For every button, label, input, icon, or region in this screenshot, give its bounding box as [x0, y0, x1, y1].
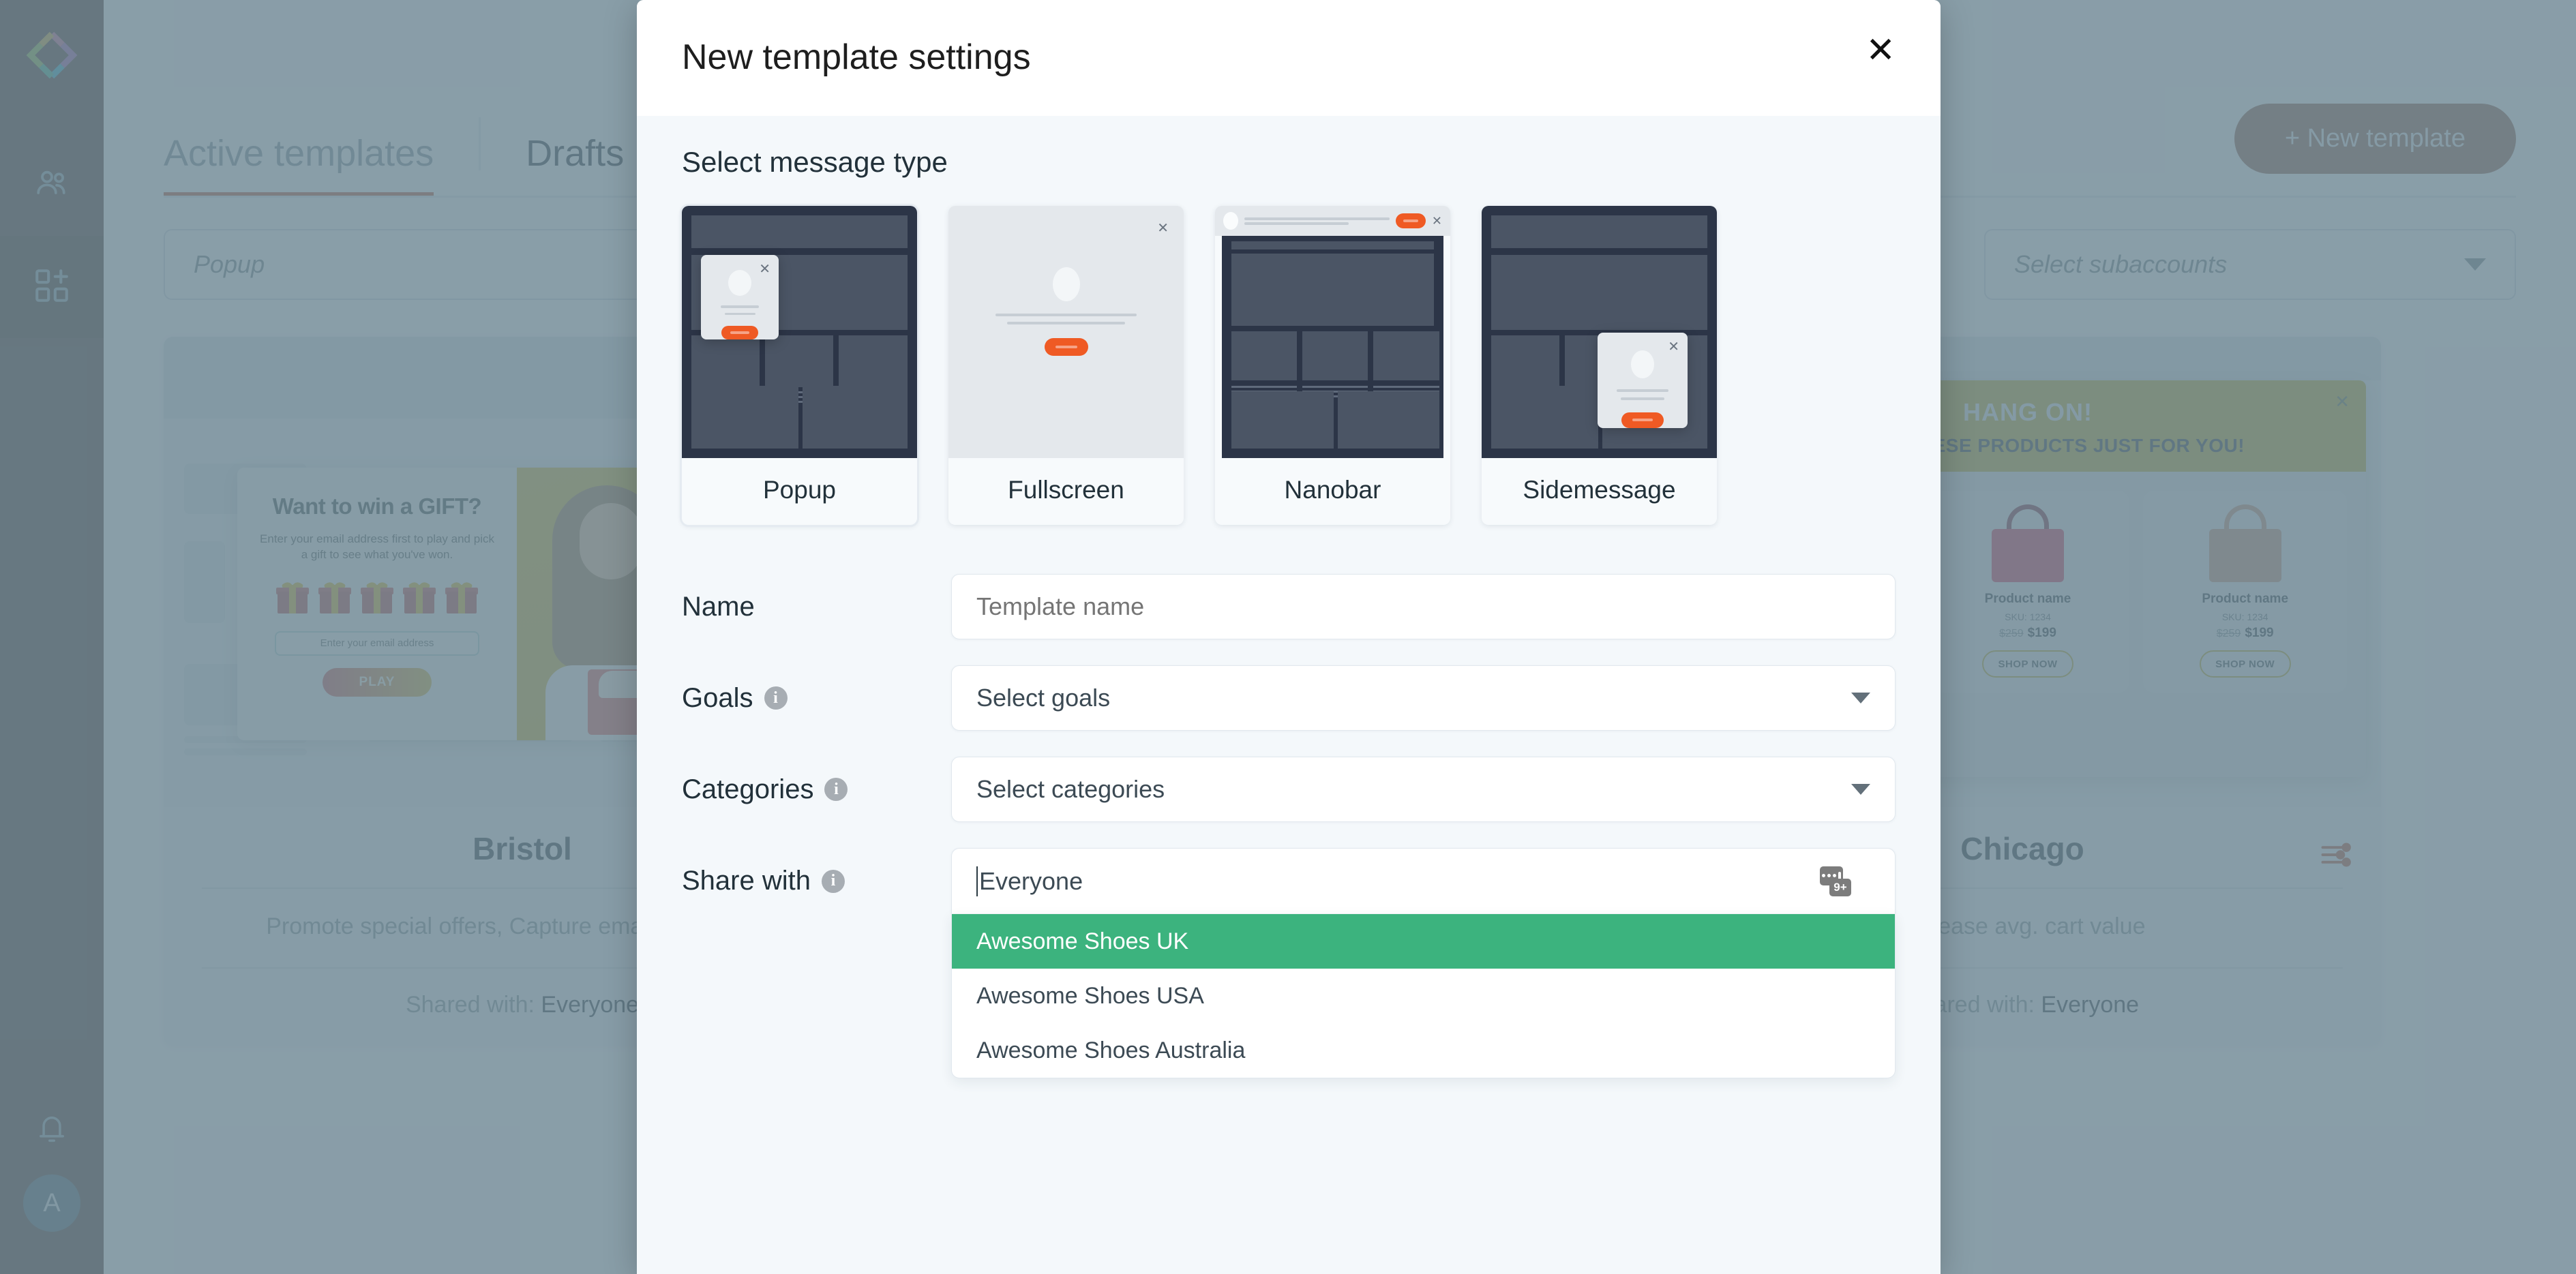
- categories-label-text: Categories: [682, 774, 814, 804]
- avatar-placeholder: [1052, 267, 1080, 301]
- close-icon: ✕: [759, 262, 770, 277]
- chevron-down-icon: [1851, 784, 1870, 795]
- sidemessage-thumbnail: ✕: [1482, 206, 1717, 458]
- close-icon: ✕: [1157, 221, 1169, 236]
- field-row-name: Name: [682, 574, 1896, 639]
- avatar-placeholder: [728, 270, 751, 296]
- field-row-share-with: Share with i Everyone 9+ Awesome Shoes U…: [682, 848, 1896, 1078]
- message-type-nanobar[interactable]: ✕ Nanobar: [1215, 206, 1450, 525]
- modal-header: New template settings ✕: [637, 0, 1941, 116]
- share-with-input[interactable]: Everyone 9+: [951, 848, 1896, 913]
- share-with-option[interactable]: Awesome Shoes UK: [952, 914, 1895, 969]
- goals-select-value: Select goals: [976, 684, 1111, 712]
- categories-select[interactable]: Select categories: [951, 757, 1896, 822]
- message-type-label: Sidemessage: [1523, 476, 1676, 504]
- nanobar-thumbnail: ✕: [1215, 206, 1450, 458]
- share-with-options-list: Awesome Shoes UK Awesome Shoes USA Aweso…: [951, 913, 1896, 1078]
- close-icon: ✕: [1668, 339, 1679, 354]
- close-icon: ✕: [1431, 213, 1442, 228]
- message-type-label: Nanobar: [1284, 476, 1381, 504]
- message-type-label: Fullscreen: [1008, 476, 1124, 504]
- close-icon[interactable]: ✕: [1866, 33, 1896, 67]
- app-root: BETA A Active templates Drafts + New tem…: [0, 0, 2576, 1274]
- fullscreen-thumbnail: ✕: [948, 206, 1184, 458]
- modal-body: Select message type ✕ Popup ✕ Fullscreen…: [637, 116, 1941, 1274]
- share-with-label-text: Share with: [682, 866, 811, 896]
- chevron-down-icon: [1851, 693, 1870, 703]
- count-badge-icon: 9+: [1820, 866, 1851, 896]
- message-type-grid: ✕ Popup ✕ Fullscreen ✕ Nanobar ✕ Sidemes…: [682, 206, 1896, 525]
- avatar-placeholder: [1223, 212, 1238, 230]
- goals-label: Goals i: [682, 683, 951, 714]
- field-row-categories: Categories i Select categories: [682, 757, 1896, 822]
- name-label: Name: [682, 591, 755, 622]
- share-with-combobox: Everyone 9+ Awesome Shoes UK Awesome Sho…: [951, 848, 1896, 1078]
- message-type-popup[interactable]: ✕ Popup: [682, 206, 917, 525]
- field-row-goals: Goals i Select goals: [682, 665, 1896, 731]
- avatar-placeholder: [1631, 350, 1654, 378]
- name-input[interactable]: [951, 574, 1896, 639]
- modal-title: New template settings: [682, 37, 1031, 77]
- categories-label: Categories i: [682, 774, 951, 805]
- message-type-fullscreen[interactable]: ✕ Fullscreen: [948, 206, 1184, 525]
- info-icon[interactable]: i: [764, 686, 788, 710]
- message-type-label: Popup: [763, 476, 836, 504]
- goals-select[interactable]: Select goals: [951, 665, 1896, 731]
- share-with-option[interactable]: Awesome Shoes Australia: [952, 1023, 1895, 1078]
- goals-label-text: Goals: [682, 682, 753, 713]
- categories-select-value: Select categories: [976, 775, 1165, 803]
- text-cursor: [976, 866, 978, 896]
- share-with-label: Share with i: [682, 848, 951, 896]
- new-template-settings-modal: New template settings ✕ Select message t…: [637, 0, 1941, 1274]
- message-type-sidemessage[interactable]: ✕ Sidemessage: [1482, 206, 1717, 525]
- message-type-heading: Select message type: [682, 146, 948, 178]
- template-settings-form: Name Goals i Select goals Categorie: [682, 574, 1896, 1078]
- nanobar-cta-button: [1395, 213, 1426, 228]
- count-badge-value: 9+: [1829, 878, 1851, 896]
- nanobar-strip: ✕: [1215, 206, 1450, 236]
- share-with-value: Everyone: [979, 866, 1083, 895]
- nanobar-text-lines: [1244, 215, 1390, 227]
- share-with-option[interactable]: Awesome Shoes USA: [952, 969, 1895, 1023]
- info-icon[interactable]: i: [824, 778, 848, 801]
- popup-thumbnail: ✕: [682, 206, 917, 458]
- info-icon[interactable]: i: [821, 869, 845, 893]
